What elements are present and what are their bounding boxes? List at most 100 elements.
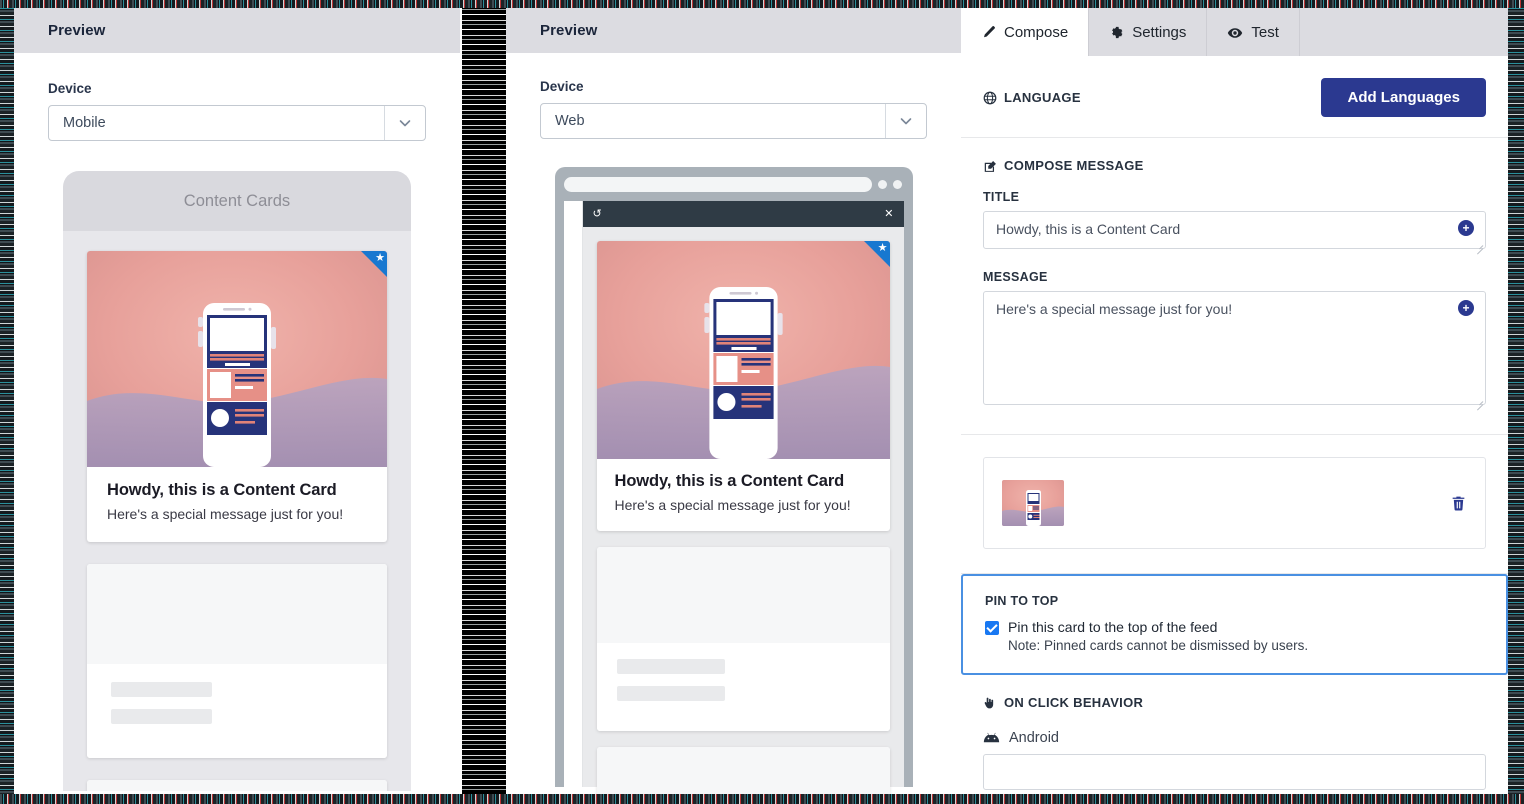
pin-to-top-note: Note: Pinned cards cannot be dismissed b… xyxy=(1008,637,1309,653)
pin-to-top-row[interactable]: Pin this card to the top of the feed xyxy=(985,619,1484,635)
language-section-head: LANGUAGE Add Languages xyxy=(983,78,1486,117)
preview-header-web: Preview xyxy=(506,8,961,53)
content-card-body: Here's a special message just for you! xyxy=(614,497,851,513)
tab-settings[interactable]: Settings xyxy=(1089,8,1208,56)
pencil-icon xyxy=(981,24,996,41)
media-upload-box[interactable] xyxy=(983,456,1486,549)
refresh-icon[interactable]: ↺ xyxy=(593,208,602,220)
phone-feed-header-label: Content Cards xyxy=(183,191,291,210)
content-card-preview-mobile[interactable]: ★ Howdy, this is a Content Card Here's a… xyxy=(87,251,387,542)
placeholder-hero xyxy=(87,780,387,791)
content-card-image-thumbnail[interactable] xyxy=(1002,479,1064,526)
app-screenshot: Preview Device Mobile Content Cards ★ Ho… xyxy=(0,0,1524,804)
right-edge-artifact xyxy=(1508,0,1524,804)
browser-viewport: ↺ ✕ ★ Howdy, this is a Content Card Here… xyxy=(563,201,904,797)
pinned-badge-web: ★ xyxy=(863,241,890,267)
tab-test[interactable]: Test xyxy=(1207,8,1300,56)
add-circle-icon-message[interactable]: + xyxy=(1458,299,1474,316)
star-icon: ★ xyxy=(877,242,888,254)
device-select-value: Web xyxy=(555,113,585,129)
device-field-label: Device xyxy=(48,81,92,96)
click-hand-icon xyxy=(983,695,997,711)
add-languages-button[interactable]: Add Languages xyxy=(1321,78,1486,117)
pin-to-top-section: PIN TO TOP Pin this card to the top of t… xyxy=(961,573,1508,675)
content-card-title: Howdy, this is a Content Card xyxy=(107,481,337,499)
browser-url-bar[interactable] xyxy=(563,177,872,192)
placeholder-card xyxy=(596,547,890,731)
content-card-title: Howdy, this is a Content Card xyxy=(614,472,845,490)
gear-icon xyxy=(1109,24,1124,41)
placeholder-line xyxy=(111,709,212,724)
trash-icon[interactable] xyxy=(1450,494,1467,512)
placeholder-line xyxy=(616,686,726,701)
device-field-label: Device xyxy=(540,79,584,94)
stitch-seam-artifact xyxy=(462,0,506,804)
content-card-preview-web[interactable]: ★ Howdy, this is a Content Card Here's a… xyxy=(596,241,890,531)
editor-tabbar: Compose Settings Test xyxy=(961,8,1508,56)
placeholder-text xyxy=(596,643,890,731)
chevron-down-icon[interactable] xyxy=(385,115,425,131)
device-select-web[interactable]: Web xyxy=(540,103,927,139)
preview-title: Preview xyxy=(48,22,106,39)
on-click-behavior-label: ON CLICK BEHAVIOR xyxy=(1004,694,1144,710)
tabbar-filler xyxy=(1299,8,1508,56)
pin-to-top-checkbox[interactable] xyxy=(985,620,999,635)
web-feed-titlebar: ↺ ✕ xyxy=(582,201,904,227)
browser-sidebar-rail xyxy=(563,201,583,787)
language-section-label: LANGUAGE xyxy=(1004,90,1081,105)
tab-settings-label: Settings xyxy=(1132,23,1187,41)
placeholder-line xyxy=(111,682,212,697)
pin-to-top-checkbox-label: Pin this card to the top of the feed xyxy=(1008,618,1218,635)
device-select-mobile[interactable]: Mobile xyxy=(48,105,426,141)
placeholder-line xyxy=(616,659,726,674)
media-section xyxy=(961,434,1508,574)
bottom-edge-artifact xyxy=(0,794,1524,804)
chevron-down-icon[interactable] xyxy=(886,113,926,129)
content-card-text: Howdy, this is a Content Card Here's a s… xyxy=(87,467,387,542)
message-field-label: MESSAGE xyxy=(983,269,1048,284)
placeholder-card xyxy=(87,564,387,758)
placeholder-card xyxy=(87,780,387,791)
browser-content: ↺ ✕ ★ Howdy, this is a Content Card Here… xyxy=(582,201,904,797)
content-card-hero-image: ★ xyxy=(596,241,890,459)
preview-header-mobile: Preview xyxy=(14,8,460,53)
tab-test-label: Test xyxy=(1251,23,1279,41)
preview-body-web: Device Web ↺ ✕ ★ Howdy, this is a Conten… xyxy=(506,53,961,797)
message-field-wrap: + xyxy=(983,290,1486,410)
browser-chrome xyxy=(563,176,904,193)
content-card-text: Howdy, this is a Content Card Here's a s… xyxy=(597,459,890,531)
message-input[interactable] xyxy=(983,290,1486,405)
browser-dot xyxy=(877,180,887,189)
placeholder-text xyxy=(87,664,387,758)
device-select-value: Mobile xyxy=(63,115,106,131)
title-field-label: TITLE xyxy=(983,189,1020,204)
platform-android: Android xyxy=(983,730,1486,746)
phone-mock: Content Cards ★ Howdy, this is a Content… xyxy=(63,171,411,791)
left-edge-artifact xyxy=(0,0,14,804)
on-click-behavior-section: ON CLICK BEHAVIOR Android xyxy=(961,675,1508,791)
on-click-behavior-title: ON CLICK BEHAVIOR xyxy=(983,695,1486,711)
compose-section-title: COMPOSE MESSAGE xyxy=(983,158,1486,174)
language-section: LANGUAGE Add Languages xyxy=(961,56,1508,138)
web-feed: ★ Howdy, this is a Content Card Here's a… xyxy=(583,227,904,797)
close-icon[interactable]: ✕ xyxy=(884,208,893,220)
preview-body-mobile: Device Mobile Content Cards ★ Howdy, thi… xyxy=(14,53,460,791)
placeholder-card xyxy=(596,747,890,797)
preview-panel-web: Preview Device Web ↺ ✕ ★ Howdy, this is … xyxy=(506,8,961,804)
title-input[interactable] xyxy=(983,210,1486,249)
phone-feed: ★ Howdy, this is a Content Card Here's a… xyxy=(63,231,411,791)
compose-section-label: COMPOSE MESSAGE xyxy=(1004,158,1144,174)
content-card-body: Here's a special message just for you! xyxy=(107,506,344,522)
pinned-badge-mobile: ★ xyxy=(361,251,387,277)
language-section-title: LANGUAGE xyxy=(983,90,1081,106)
placeholder-hero xyxy=(596,547,890,643)
android-icon xyxy=(983,730,1000,746)
add-circle-icon-title[interactable]: + xyxy=(1458,219,1474,236)
android-on-click-input[interactable] xyxy=(983,754,1486,791)
tab-compose[interactable]: Compose xyxy=(961,8,1090,56)
edit-square-icon xyxy=(983,158,997,174)
phone-feed-header: Content Cards xyxy=(63,171,411,231)
placeholder-hero xyxy=(87,564,387,664)
content-card-hero-image: ★ xyxy=(87,251,387,467)
placeholder-hero xyxy=(596,747,890,797)
